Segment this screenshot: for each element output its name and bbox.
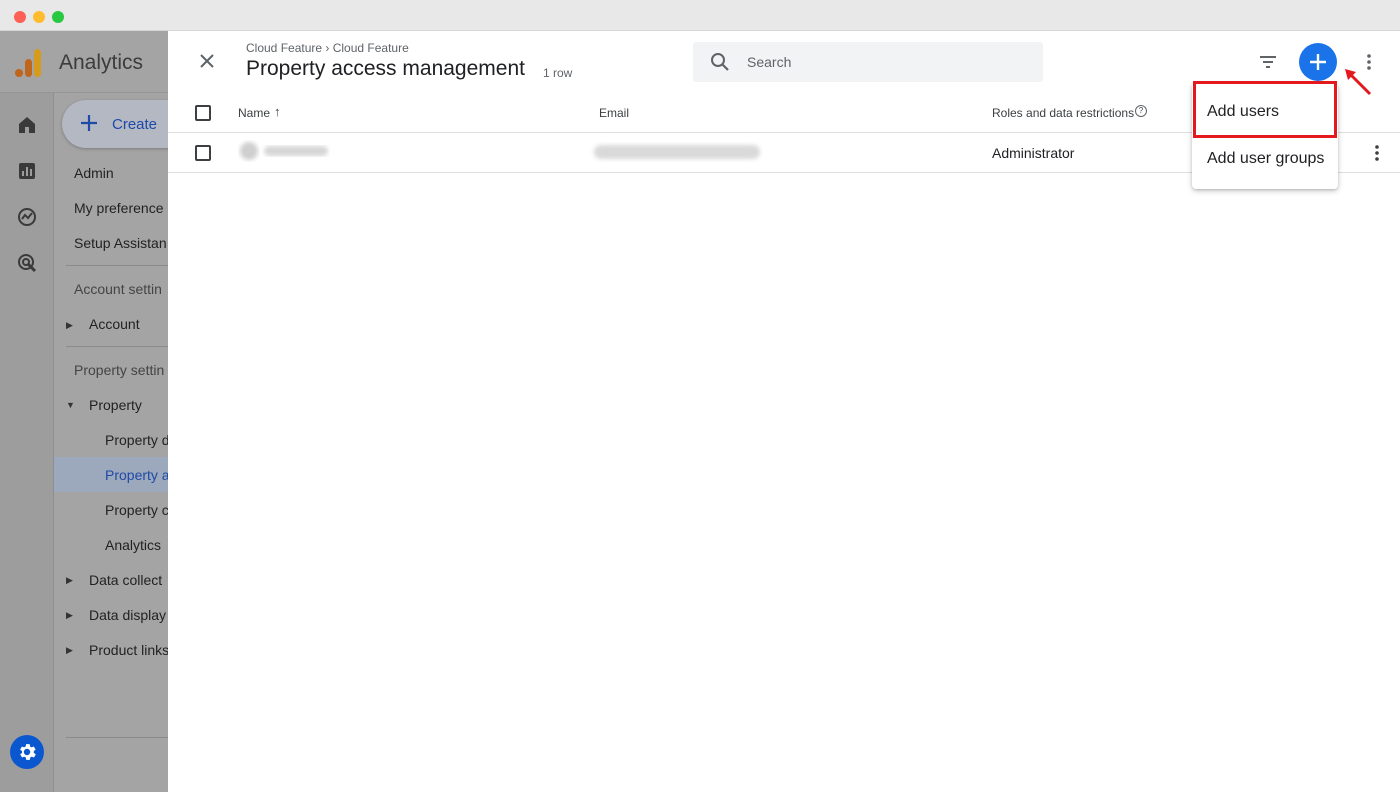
nav-item-product-links[interactable]: Product links [89, 642, 169, 658]
window-minimize-button[interactable] [33, 11, 45, 23]
annotation-arrow-icon [1345, 69, 1372, 96]
menu-item-add-user-groups[interactable]: Add user groups [1207, 150, 1324, 168]
window-titlebar [0, 0, 1400, 31]
create-label: Create [112, 116, 158, 133]
nav-item-admin[interactable]: Admin [74, 165, 114, 181]
help-icon[interactable]: ? [1135, 105, 1147, 117]
annotation-highlight-box [1193, 81, 1337, 138]
breadcrumb[interactable]: Cloud Feature › Cloud Feature [246, 41, 409, 55]
row-count: 1 row [543, 66, 573, 80]
caret-down-icon: ▼ [66, 400, 75, 410]
column-header-email[interactable]: Email [599, 106, 629, 120]
column-header-name[interactable]: Name [238, 106, 270, 120]
filter-icon[interactable] [1257, 51, 1279, 73]
nav-item-property-access[interactable]: Property a [105, 467, 170, 483]
window-close-button[interactable] [14, 11, 26, 23]
select-all-checkbox[interactable] [195, 105, 211, 121]
close-icon[interactable] [196, 50, 218, 72]
add-button[interactable] [1299, 43, 1337, 81]
caret-right-icon: ▶ [66, 645, 73, 655]
nav-item-data-collection[interactable]: Data collect [89, 572, 162, 588]
nav-divider [66, 346, 168, 347]
analytics-logo-icon [15, 49, 41, 77]
nav-item-setup-assistant[interactable]: Setup Assistan [74, 235, 167, 251]
nav-section-property-settings: Property settin [74, 362, 165, 378]
nav-divider [66, 737, 168, 738]
caret-right-icon: ▶ [66, 320, 73, 330]
role-cell: Administrator [992, 145, 1075, 161]
page-title: Property access management [246, 57, 525, 80]
window-zoom-button[interactable] [52, 11, 64, 23]
nav-item-my-preferences[interactable]: My preference [74, 200, 163, 216]
redacted-user-name [240, 142, 328, 160]
plus-icon [1310, 54, 1326, 70]
advertising-icon[interactable] [15, 251, 39, 275]
search-icon [711, 53, 729, 71]
nav-divider [66, 265, 168, 266]
sort-ascending-icon[interactable]: ↑ [274, 104, 281, 119]
row-checkbox[interactable] [195, 145, 211, 161]
left-rail [0, 31, 54, 792]
nav-item-property-details[interactable]: Property d [105, 432, 170, 448]
explore-icon[interactable] [15, 205, 39, 229]
gear-icon [20, 744, 36, 760]
search-input[interactable] [747, 52, 1027, 72]
nav-item-analytics-intelligence[interactable]: Analytics [105, 537, 161, 553]
nav-section-account-settings: Account settin [74, 281, 162, 297]
app-header: Analytics [0, 31, 168, 93]
nav-item-property[interactable]: Property [89, 397, 142, 413]
plus-icon [81, 115, 97, 131]
column-header-roles[interactable]: Roles and data restrictions [992, 106, 1134, 120]
caret-right-icon: ▶ [66, 575, 73, 585]
redacted-email [594, 145, 760, 159]
nav-item-data-display[interactable]: Data display [89, 607, 166, 623]
caret-right-icon: ▶ [66, 610, 73, 620]
nav-item-account[interactable]: Account [89, 316, 140, 332]
row-more-vert-icon[interactable] [1366, 142, 1388, 164]
reports-icon[interactable] [15, 159, 39, 183]
nav-item-property-change-history[interactable]: Property c [105, 502, 169, 518]
app-name: Analytics [59, 51, 144, 74]
home-icon[interactable] [15, 113, 39, 137]
admin-settings-button[interactable] [10, 735, 44, 769]
